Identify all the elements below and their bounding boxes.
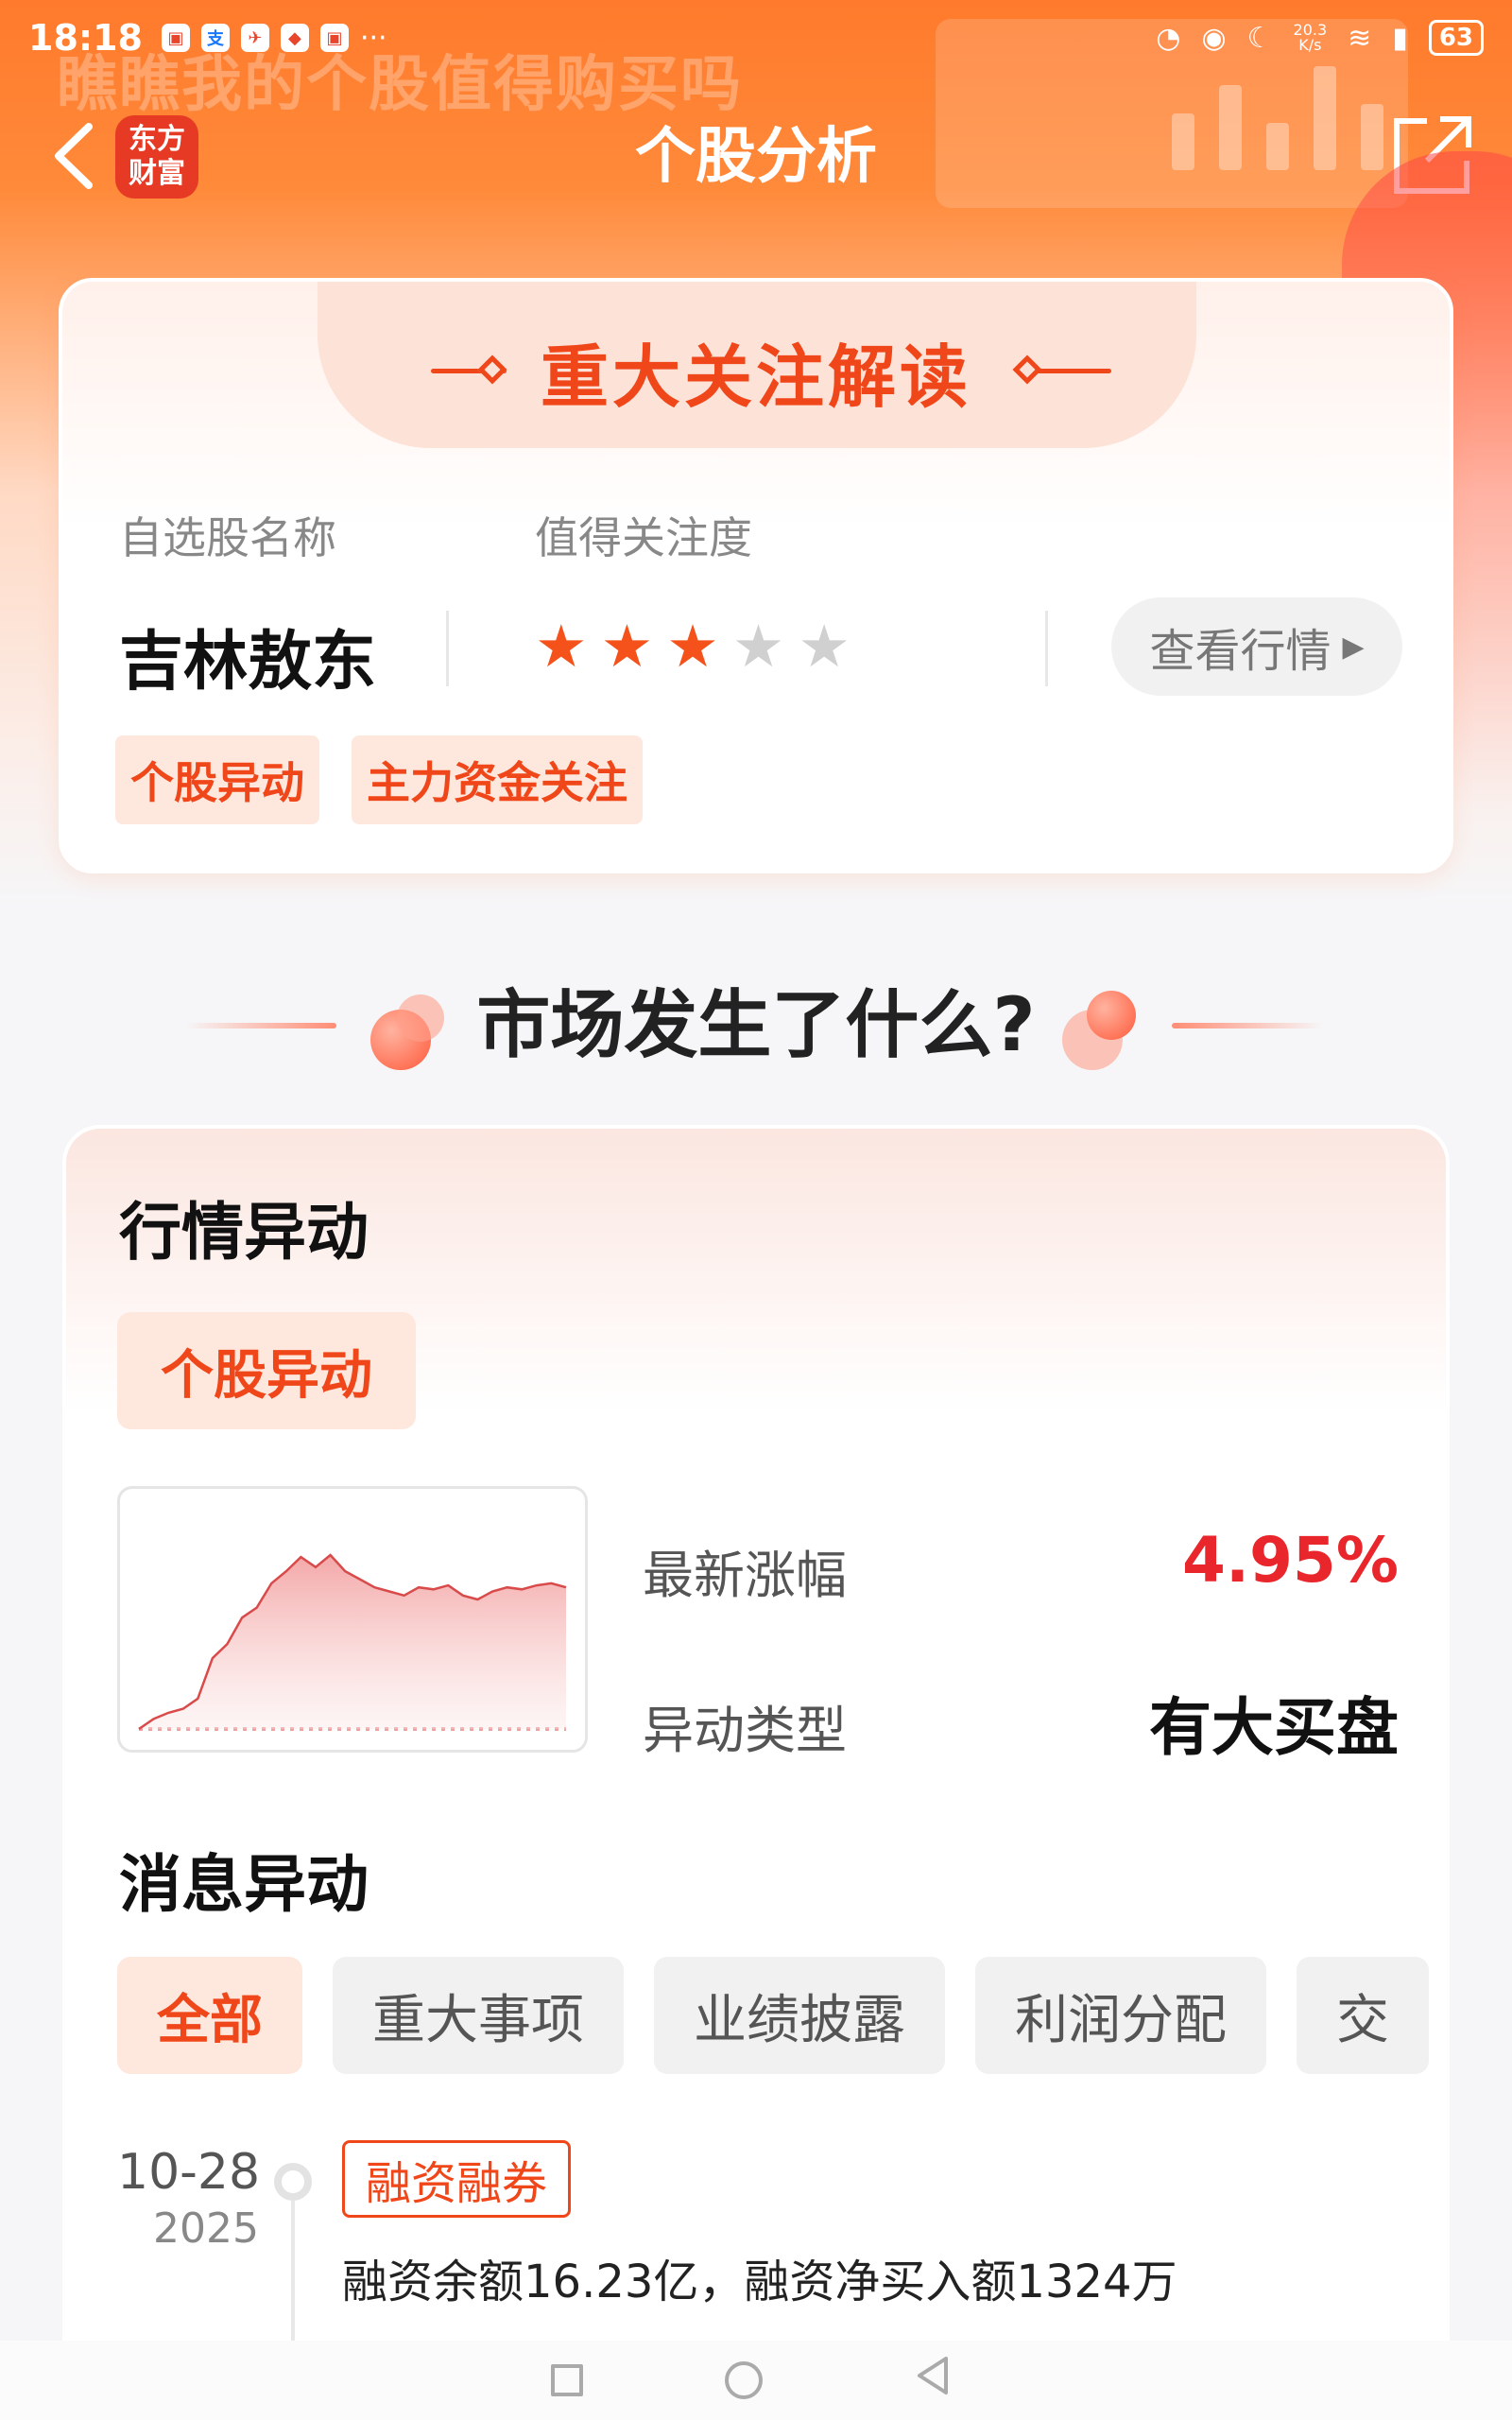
system-navigation-bar — [0, 2341, 1512, 2420]
star-icon: ★ — [666, 612, 719, 681]
news-filter-tab[interactable]: 业绩披露 — [654, 1957, 945, 2074]
star-icon: ★ — [731, 612, 785, 681]
notification-app-icon: ✈ — [240, 24, 269, 52]
chart-area — [139, 1555, 566, 1729]
news-tag[interactable]: 融资融券 — [342, 2140, 572, 2218]
speedometer-icon: ◔ — [1156, 21, 1181, 55]
alipay-icon: 支 — [200, 24, 230, 52]
caret-right-icon: ▶ — [1342, 630, 1365, 664]
wifi-icon: ≋ — [1348, 21, 1372, 55]
news-filter-tab[interactable]: 全部 — [117, 1957, 302, 2074]
latest-change-label: 最新涨幅 — [643, 1546, 847, 1605]
back-triangle-button[interactable] — [904, 2355, 961, 2407]
notification-app-icon: ◆ — [280, 24, 309, 52]
status-system-icons: ◔ ◉ ☾ 20.3 K/s ≋ ▮ 63 — [1156, 20, 1484, 56]
attention-tag[interactable]: 主力资金关注 — [352, 735, 643, 824]
status-notification-icons: ▣ 支 ✈ ◆ ▣ ··· — [161, 21, 387, 55]
network-speed: 20.3 K/s — [1294, 23, 1328, 53]
status-bar: 18:18 ▣ 支 ✈ ◆ ▣ ··· ◔ ◉ ☾ 20.3 K/s ≋ ▮ 6… — [0, 0, 1512, 76]
notification-app-icon: ▣ — [161, 24, 190, 52]
star-icon: ★ — [798, 612, 850, 681]
status-time: 18:18 — [28, 17, 143, 59]
moon-icon: ☾ — [1246, 21, 1273, 55]
network-speed-unit: K/s — [1298, 36, 1322, 54]
stock-movement-button[interactable]: 个股异动 — [117, 1312, 416, 1429]
attention-title: 重大关注解读 — [540, 337, 971, 417]
intraday-chart[interactable] — [117, 1486, 588, 1753]
attention-tag[interactable]: 个股异动 — [115, 735, 319, 824]
attention-tags: 个股异动 主力资金关注 — [115, 735, 643, 824]
battery-indicator: 63 — [1428, 20, 1484, 56]
rating-label: 值得关注度 — [535, 512, 752, 563]
navigation-bar: 东方 财富 个股分析 — [0, 95, 1512, 217]
news-filter-tabs: 全部 重大事项 业绩披露 利润分配交 — [117, 1957, 1429, 2074]
more-notifications-icon: ··· — [359, 21, 387, 55]
external-link-icon — [1394, 116, 1471, 194]
rating-stars: ★ ★ ★ ★ ★ — [535, 606, 850, 687]
bubble-icon — [1087, 991, 1136, 1040]
anomaly-type-value: 有大买盘 — [1149, 1691, 1399, 1764]
stock-name-label: 自选股名称 — [119, 512, 336, 563]
latest-change-value: 4.95% — [1182, 1524, 1399, 1597]
alert-icon: ▮ — [1392, 21, 1408, 55]
home-button[interactable] — [725, 2361, 763, 2399]
market-movement-title: 行情异动 — [119, 1196, 369, 1269]
recent-apps-button[interactable] — [551, 2364, 583, 2396]
anomaly-type-label: 异动类型 — [643, 1701, 847, 1760]
title-decoration-right — [1036, 369, 1111, 373]
view-quote-label: 查看行情 — [1149, 625, 1332, 678]
news-text[interactable]: 融资余额16.23亿，融资净买入额1324万 — [342, 2244, 1177, 2310]
heading-line-right — [1172, 1023, 1323, 1028]
news-movement-title: 消息异动 — [119, 1848, 369, 1921]
eye-icon: ◉ — [1201, 21, 1227, 55]
notification-app-icon: ▣ — [319, 24, 349, 52]
star-icon: ★ — [600, 612, 654, 681]
news-filter-tab[interactable]: 利润分配 — [975, 1957, 1266, 2074]
view-quote-button[interactable]: 查看行情 ▶ — [1111, 597, 1402, 696]
news-date: 10-28 — [117, 2144, 261, 2201]
divider — [446, 611, 449, 686]
stock-name[interactable]: 吉林敖东 — [119, 609, 376, 702]
news-filter-tab[interactable]: 交 — [1297, 1957, 1429, 2074]
page-title: 个股分析 — [635, 122, 877, 192]
news-filter-tab[interactable]: 重大事项 — [333, 1957, 624, 2074]
triangle-back-icon — [918, 2356, 948, 2394]
market-card: 行情异动 个股异动 最新涨幅 4.95% 异动类型 有大买盘 消息异动 全部 重大… — [62, 1125, 1450, 2420]
share-button[interactable] — [1389, 113, 1474, 199]
intraday-chart-svg — [138, 1553, 567, 1731]
divider — [1045, 611, 1048, 686]
timeline-dot — [274, 2163, 312, 2201]
news-year: 2025 — [153, 2204, 259, 2253]
star-icon: ★ — [535, 612, 588, 681]
attention-card: 重大关注解读 自选股名称 值得关注度 吉林敖东 ★ ★ ★ ★ ★ 查看行情 ▶ 个股异… — [59, 278, 1453, 873]
section-heading: 市场发生了什么? — [0, 974, 1512, 1078]
